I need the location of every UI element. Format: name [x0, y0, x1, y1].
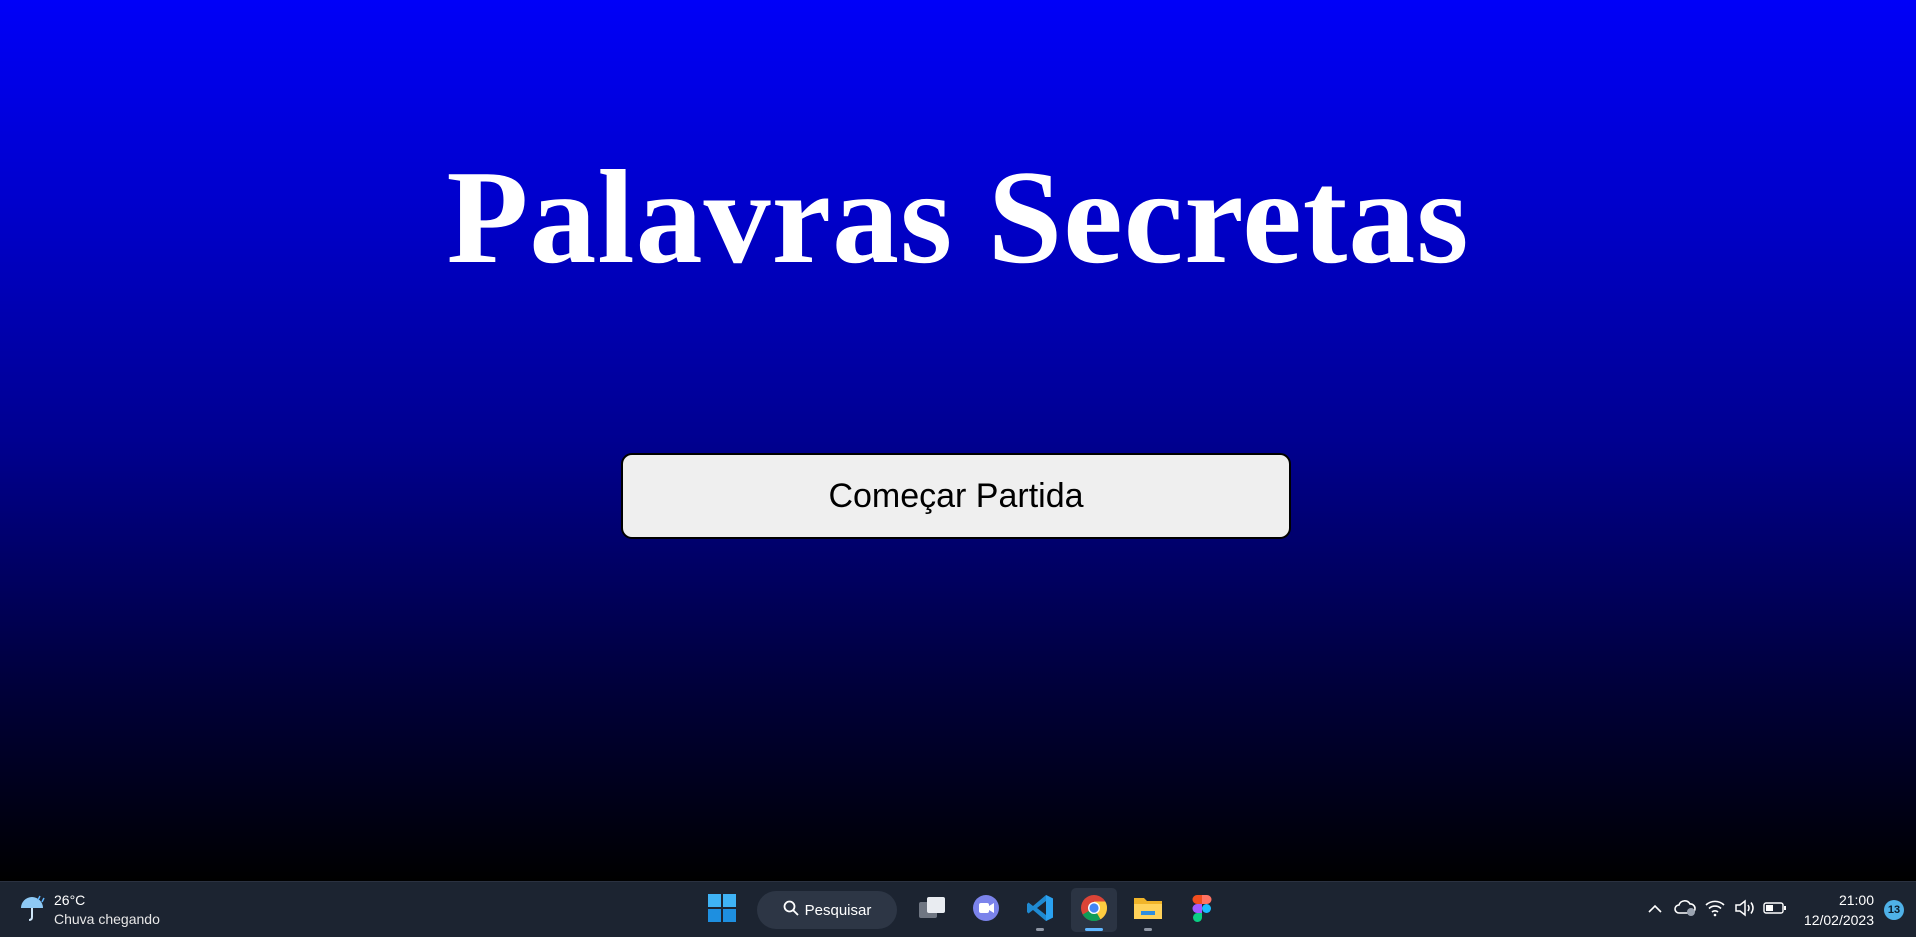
- system-tray: 21:00 12/02/2023 13: [1640, 882, 1916, 937]
- taskbar-center: Pesquisar: [695, 886, 1229, 934]
- vscode-icon: [1025, 893, 1055, 928]
- game-screen: Palavras Secretas Começar Partida: [0, 0, 1916, 881]
- umbrella-rain-icon: [18, 894, 46, 927]
- weather-temperature: 26°C: [54, 892, 86, 908]
- running-indicator: [1144, 928, 1152, 931]
- active-indicator: [1085, 928, 1103, 931]
- chrome-icon: [1079, 893, 1109, 928]
- taskbar: 26°C Chuva chegando Pesquisar 21:00 12/0…: [0, 881, 1916, 937]
- running-indicator: [1036, 928, 1044, 931]
- windows-start-button[interactable]: [699, 888, 745, 932]
- chevron-up-icon: [1647, 901, 1663, 919]
- battery-icon: [1763, 901, 1787, 920]
- weather-description: Chuva chegando: [54, 911, 160, 927]
- file-explorer-icon: [1132, 894, 1164, 927]
- search-label: Pesquisar: [804, 901, 872, 919]
- chrome-button[interactable]: [1071, 888, 1117, 932]
- weather-widget[interactable]: 26°C Chuva chegando: [18, 890, 160, 930]
- figma-button[interactable]: [1179, 888, 1225, 932]
- vscode-button[interactable]: [1017, 888, 1063, 932]
- notification-badge[interactable]: 13: [1884, 900, 1904, 920]
- windows-start-icon: [707, 893, 737, 928]
- page-title: Palavras Secretas: [446, 143, 1470, 291]
- teams-meet-button[interactable]: [963, 888, 1009, 932]
- wifi-button[interactable]: [1700, 895, 1730, 925]
- speaker-icon: [1734, 898, 1756, 922]
- search-icon: [783, 900, 799, 920]
- figma-icon: [1191, 893, 1213, 928]
- teams-meet-icon: [971, 893, 1001, 928]
- onedrive-button[interactable]: [1670, 895, 1700, 925]
- file-explorer-button[interactable]: [1125, 888, 1171, 932]
- wifi-icon: [1704, 899, 1726, 922]
- show-hidden-icons-button[interactable]: [1640, 895, 1670, 925]
- clock-date: 12/02/2023: [1803, 912, 1874, 928]
- system-clock[interactable]: 21:00 12/02/2023: [1804, 890, 1874, 930]
- cloud-sync-icon: [1673, 899, 1697, 922]
- battery-button[interactable]: [1760, 895, 1790, 925]
- volume-button[interactable]: [1730, 895, 1760, 925]
- clock-time: 21:00: [1838, 892, 1874, 908]
- start-game-button[interactable]: Começar Partida: [621, 453, 1291, 539]
- taskbar-search[interactable]: Pesquisar: [757, 891, 897, 929]
- task-view-button[interactable]: [909, 888, 955, 932]
- task-view-icon: [917, 894, 947, 927]
